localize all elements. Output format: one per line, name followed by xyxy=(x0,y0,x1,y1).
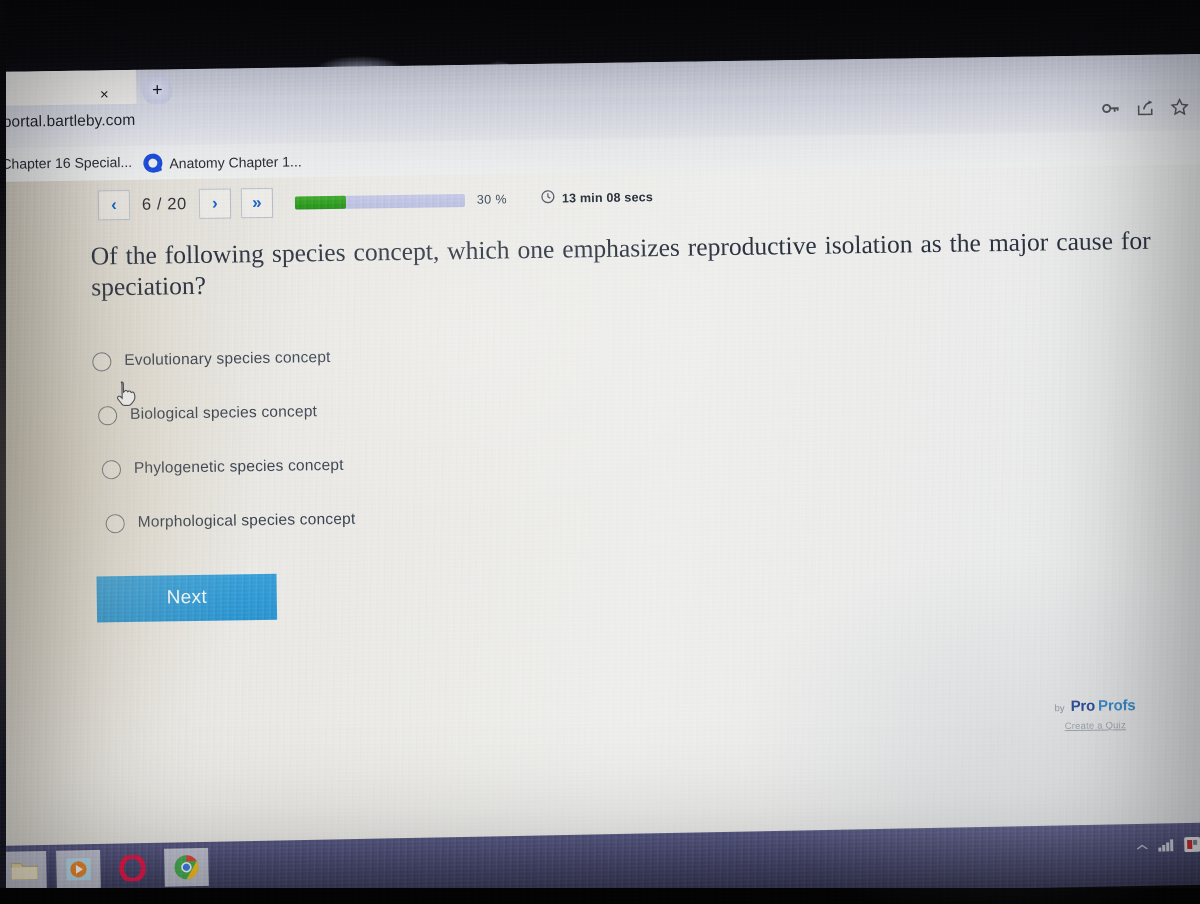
quiz-progress-bar xyxy=(294,193,465,209)
system-tray xyxy=(1136,836,1200,858)
proprofs-branding: by Pro Profs Create a Quiz xyxy=(1054,697,1135,732)
bookmark-label: Chapter 16 Special... xyxy=(1,153,133,172)
quizlet-q-icon xyxy=(143,153,163,173)
quiz-timer: 13 min 08 secs xyxy=(541,188,653,209)
answer-option-label: Phylogenetic species concept xyxy=(133,456,344,477)
skip-to-end-button[interactable]: » xyxy=(240,187,274,219)
laptop-screen-photo: × + portal.bartleby.com Chapter 16 Speci… xyxy=(0,0,1200,904)
tab-close-icon[interactable]: × xyxy=(95,86,113,104)
bookmark-item-chapter16[interactable]: Chapter 16 Special... xyxy=(1,154,132,172)
timer-text: 13 min 08 secs xyxy=(561,190,654,206)
mouse-cursor-hand xyxy=(115,380,140,415)
answer-option-label: Morphological species concept xyxy=(137,510,356,531)
answer-option-label: Biological species concept xyxy=(129,403,318,423)
file-explorer-icon[interactable] xyxy=(2,850,47,890)
brand-name-row: by Pro Profs xyxy=(1054,697,1135,715)
key-icon[interactable] xyxy=(1102,101,1120,120)
bookmark-star-icon[interactable] xyxy=(1170,97,1189,120)
laptop-bezel-left xyxy=(0,0,6,904)
answer-option[interactable]: Morphological species concept xyxy=(95,507,356,537)
brand-by-label: by xyxy=(1054,703,1065,715)
quiz-page-content: ‹ 6 / 20 › » 30 % 13 min 08 secs Of the … xyxy=(0,164,1200,862)
answer-option[interactable]: Evolutionary species concept xyxy=(92,345,353,375)
chrome-browser-icon[interactable] xyxy=(164,847,209,887)
address-bar-url[interactable]: portal.bartleby.com xyxy=(3,112,136,132)
answer-option-label: Evolutionary species concept xyxy=(124,348,331,370)
next-button[interactable]: Next xyxy=(96,573,278,623)
bookmark-label: Anatomy Chapter 1... xyxy=(169,152,302,171)
new-tab-button[interactable]: + xyxy=(142,75,173,106)
brand-name-pro: Pro xyxy=(1070,697,1096,716)
media-player-icon[interactable] xyxy=(56,849,101,889)
brand-name-profs: Profs xyxy=(1097,697,1136,715)
create-a-quiz-link[interactable]: Create a Quiz xyxy=(1055,720,1136,732)
progress-percent-label: 30 % xyxy=(476,192,508,207)
answer-option[interactable]: Phylogenetic species concept xyxy=(94,453,355,483)
radio-button-icon[interactable] xyxy=(101,459,122,479)
quiz-navigation-row: ‹ 6 / 20 › » 30 % 13 min 08 secs xyxy=(97,182,653,221)
prev-question-button[interactable]: ‹ xyxy=(97,189,131,221)
question-text: Of the following species concept, which … xyxy=(90,225,1151,302)
taskbar-icon-group xyxy=(2,847,209,890)
clock-icon xyxy=(541,189,555,208)
browser-window: × + portal.bartleby.com Chapter 16 Speci… xyxy=(0,53,1200,862)
share-icon[interactable] xyxy=(1137,99,1154,120)
bookmark-item-anatomy[interactable]: Anatomy Chapter 1... xyxy=(143,151,302,173)
radio-button-icon[interactable] xyxy=(105,513,125,533)
network-signal-icon[interactable] xyxy=(1158,838,1174,856)
next-question-button[interactable]: › xyxy=(198,188,232,219)
radio-button-icon[interactable] xyxy=(92,351,112,372)
notification-badge-icon[interactable] xyxy=(1184,836,1200,857)
question-counter: 6 / 20 xyxy=(141,194,187,214)
omnibox-action-icons xyxy=(1102,97,1189,121)
show-hidden-icons-chevron[interactable] xyxy=(1136,839,1148,857)
answer-options-list: Evolutionary species concept Biological … xyxy=(92,345,356,565)
photo-bottom-edge xyxy=(0,888,1200,904)
opera-browser-icon[interactable] xyxy=(110,849,155,888)
progress-fill xyxy=(294,195,346,209)
